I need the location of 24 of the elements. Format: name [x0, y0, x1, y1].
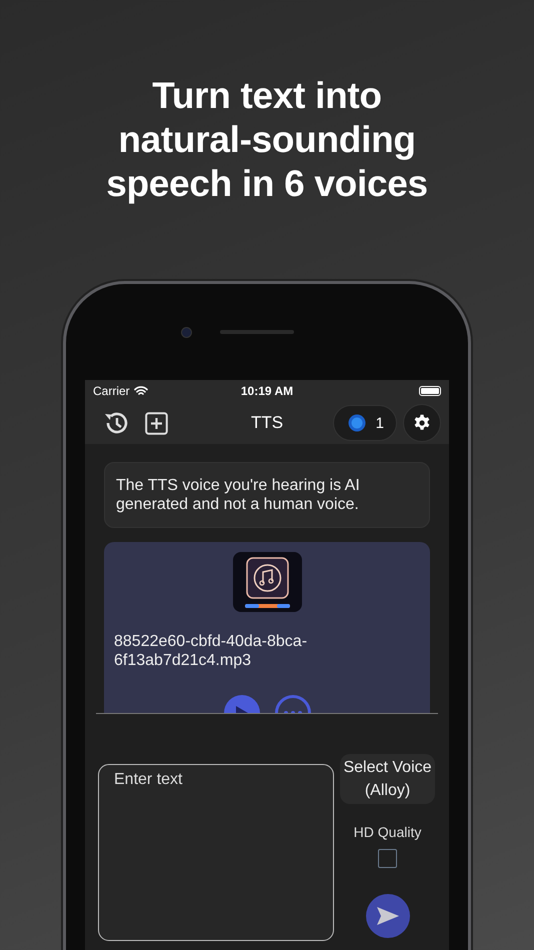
text-input[interactable]: Enter text [98, 764, 334, 941]
carrier-label: Carrier [93, 384, 130, 398]
music-note-icon [232, 552, 302, 612]
hd-quality-label: HD Quality [354, 824, 422, 840]
headline: natural-sounding [118, 118, 416, 162]
history-icon[interactable] [103, 411, 129, 435]
send-icon [376, 906, 400, 926]
settings-icon [413, 414, 431, 432]
coin-icon [348, 414, 366, 432]
battery-icon [419, 386, 441, 396]
notice-text: The TTS voice you're hearing is AI generated and not a human voice. [104, 462, 430, 528]
credits-button[interactable]: 1 [332, 405, 397, 441]
settings-button[interactable] [403, 404, 441, 442]
select-voice-button[interactable]: Select Voice (Alloy) [340, 754, 435, 804]
send-button[interactable] [366, 894, 410, 938]
clock: 10:19 AM [240, 384, 294, 398]
headline: speech in 6 voices [106, 162, 428, 206]
headline: Turn text into [152, 74, 382, 118]
file-name: 88522e60-cbfd-40da-8bca-6f13ab7d21c4.mp3 [114, 632, 308, 670]
nav-title: TTS [250, 413, 284, 433]
hd-quality-checkbox[interactable] [378, 849, 397, 868]
wifi-icon [134, 386, 148, 396]
add-icon[interactable] [145, 412, 168, 434]
camera-icon [180, 326, 192, 338]
